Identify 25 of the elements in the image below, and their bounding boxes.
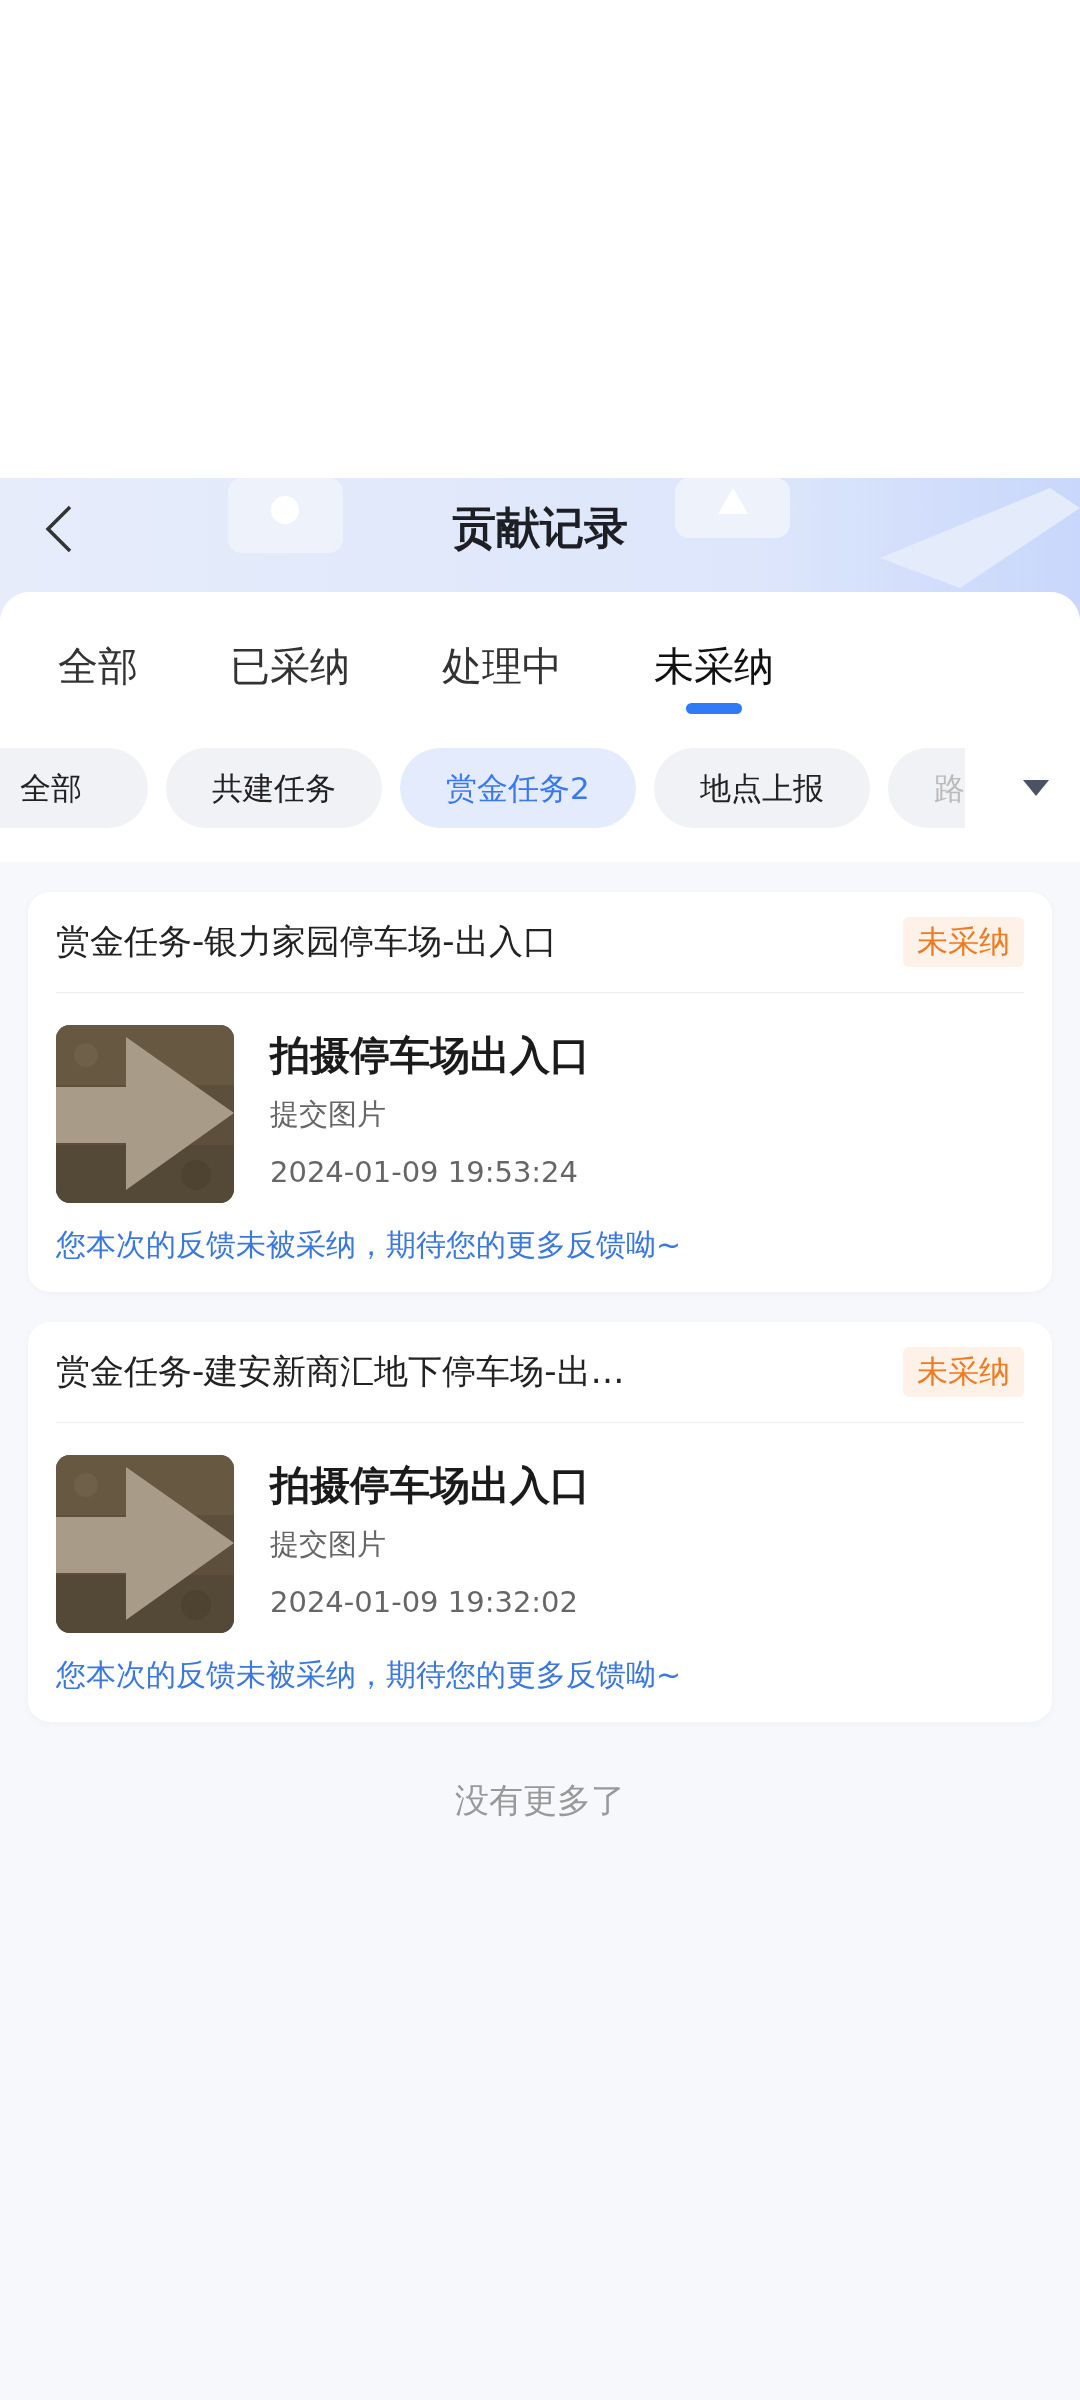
record-title: 赏金任务-银力家园停车场-出入口	[56, 920, 557, 963]
record-card[interactable]: 赏金任务-建安新商汇地下停车场-出… 未采纳 拍摄停车场出入口 提交图片 2024-01-09 19:32:02 您本次的反馈未被采纳，期待您的更多反馈呦~	[28, 1322, 1052, 1722]
record-card[interactable]: 赏金任务-银力家园停车场-出入口 未采纳 拍摄停车场出入口 提交图片 2024-01-09 19:53:24 您本次的反馈未被采纳，期待您的更多反馈呦~	[28, 892, 1052, 1292]
submission-type: 提交图片	[270, 1526, 386, 1563]
submission-type: 提交图片	[270, 1096, 386, 1133]
back-icon[interactable]	[44, 504, 74, 554]
status-tab[interactable]: 全部	[58, 638, 138, 714]
filter-chip[interactable]: 地点上报	[653, 748, 870, 828]
record-title: 赏金任务-建安新商汇地下停车场-出…	[56, 1350, 625, 1393]
end-of-list-text: 没有更多了	[454, 1779, 626, 1822]
dropdown-icon[interactable]	[1023, 780, 1049, 796]
status-tab[interactable]: 已采纳	[230, 638, 350, 714]
feedback-message: 您本次的反馈未被采纳，期待您的更多反馈呦~	[56, 1226, 682, 1264]
task-name: 拍摄停车场出入口	[270, 1461, 590, 1510]
filter-chip[interactable]: 全部	[0, 748, 148, 828]
filter-chip[interactable]: 共建任务	[166, 748, 382, 828]
task-name: 拍摄停车场出入口	[270, 1031, 590, 1080]
status-tab[interactable]: 处理中	[442, 638, 562, 714]
status-tab[interactable]: 未采纳	[654, 638, 774, 714]
status-badge: 未采纳	[903, 917, 1024, 967]
page-title: 贡献记录	[452, 501, 628, 555]
feedback-message: 您本次的反馈未被采纳，期待您的更多反馈呦~	[56, 1656, 682, 1694]
submission-time: 2024-01-09 19:53:24	[270, 1154, 578, 1191]
status-badge: 未采纳	[903, 1347, 1024, 1397]
submission-time: 2024-01-09 19:32:02	[270, 1584, 578, 1621]
